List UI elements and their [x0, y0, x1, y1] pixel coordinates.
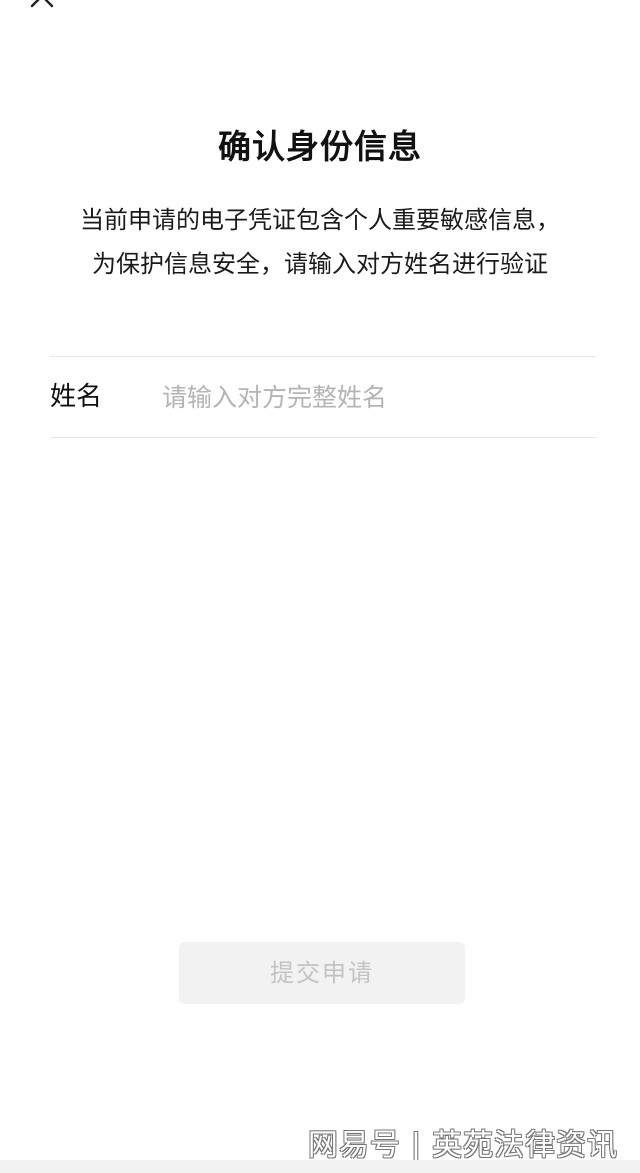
close-button[interactable] — [26, 0, 62, 14]
name-input[interactable] — [162, 375, 582, 419]
form-divider-bottom — [50, 437, 596, 438]
watermark-separator: | — [410, 1128, 422, 1163]
close-icon — [30, 0, 54, 8]
verification-description: 当前申请的电子凭证包含个人重要敏感信息， 为保护信息安全，请输入对方姓名进行验证 — [40, 198, 600, 286]
watermark-account: 英苑法律资讯 — [432, 1128, 618, 1163]
name-label: 姓名 — [50, 382, 103, 412]
description-line-1: 当前申请的电子凭证包含个人重要敏感信息， — [80, 206, 560, 234]
watermark: 网易号 | 英苑法律资讯 — [308, 1120, 618, 1164]
page-title: 确认身份信息 — [218, 127, 422, 166]
submit-button[interactable]: 提交申请 — [179, 942, 465, 1004]
description-line-2: 为保护信息安全，请输入对方姓名进行验证 — [92, 250, 548, 278]
name-field-row: 姓名 — [50, 357, 596, 437]
watermark-source: 网易号 — [307, 1128, 401, 1163]
bottom-band — [0, 1160, 640, 1173]
